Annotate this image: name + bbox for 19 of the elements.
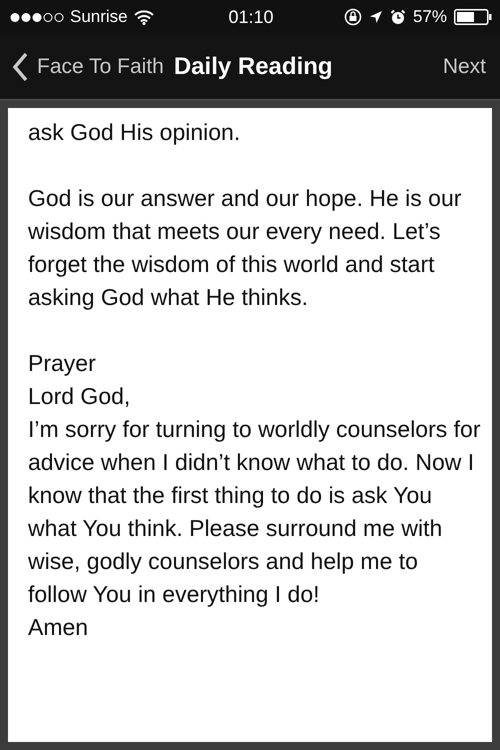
battery-percent: 57% [412, 7, 447, 27]
nav-title: Daily Reading [174, 52, 334, 80]
signal-icon [10, 12, 64, 22]
next-button[interactable]: Next [442, 54, 486, 78]
location-arrow-icon [368, 10, 383, 24]
chevron-left-icon [12, 52, 28, 82]
wifi-icon [134, 10, 154, 24]
carrier-name: Sunrise [70, 7, 128, 27]
reading-text: Lord God, [28, 382, 132, 411]
back-button[interactable]: Face To Faith [12, 52, 164, 82]
reading-text: Amen [28, 613, 90, 642]
orientation-lock-icon [344, 8, 362, 26]
reading-text: Prayer [28, 349, 97, 378]
reading-text: God is our answer and our hope. He is our wisdom that meets our every need. Let’s forget the wisdom of this world and start asking God what He thinks. [28, 184, 462, 312]
alarm-clock-icon [390, 9, 406, 25]
reading-text: I’m sorry for turning to worldly counselors for advice when I didn’t know what to do. Now I know that the first thing to do is ask You what You think. Please surround me with wise, godly counselors and help me to follow You in everything I do! [28, 415, 482, 609]
battery-icon [454, 9, 492, 25]
clock-time: 01:10 [228, 6, 274, 28]
reading-text: ask God His opinion. [28, 118, 242, 147]
